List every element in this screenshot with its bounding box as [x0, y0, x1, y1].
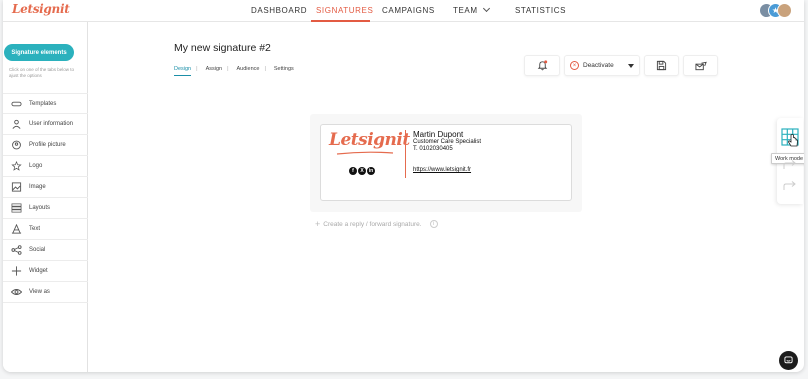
signature-name: Martin Dupont: [413, 130, 464, 139]
nav-team[interactable]: TEAM: [453, 4, 490, 15]
save-icon: [656, 60, 667, 71]
tab-settings[interactable]: Settings: [274, 66, 294, 72]
chat-button[interactable]: [779, 351, 798, 370]
signature-tabs: Design | Assign | Audience | Settings: [174, 66, 302, 76]
deactivate-dropdown[interactable]: × Deactivate: [564, 55, 640, 76]
nav-team-label: TEAM: [453, 6, 478, 15]
signature-role: Customer Care Specialist: [413, 139, 482, 145]
tab-separator: |: [227, 66, 229, 72]
signature-phone: T. 0102030405: [413, 146, 453, 152]
sidebar-item-profile-picture[interactable]: Profile picture: [3, 135, 88, 156]
user-avatars[interactable]: ★: [759, 3, 795, 19]
chat-icon: [784, 356, 793, 364]
profile-picture-icon: [11, 140, 22, 150]
sidebar-help-text: Click on one of the tabs below to ajust …: [9, 67, 75, 78]
plus-icon: [11, 266, 22, 276]
create-reply-label: Create a reply / forward signature.: [323, 220, 422, 228]
nav-statistics[interactable]: STATISTICS: [515, 6, 566, 15]
caret-down-icon: [628, 64, 634, 68]
sidebar-item-label: Image: [29, 184, 46, 190]
sidebar-item-label: Text: [29, 226, 41, 232]
sidebar-item-image[interactable]: Image: [3, 177, 88, 198]
templates-icon: [11, 99, 22, 109]
tab-separator: |: [196, 66, 198, 72]
tab-audience[interactable]: Audience: [237, 66, 260, 72]
top-navigation: Letsignit DASHBOARD SIGNATURES CAMPAIGNS…: [3, 0, 804, 22]
sidebar-item-label: User information: [29, 121, 74, 127]
tab-separator: |: [264, 66, 266, 72]
sidebar-item-logo[interactable]: Logo: [3, 156, 88, 177]
sidebar-item-layouts[interactable]: Layouts: [3, 198, 88, 219]
share-icon: [11, 245, 22, 255]
sidebar-item-social[interactable]: Social: [3, 240, 88, 261]
close-circle-icon: ×: [570, 61, 579, 70]
sidebar-item-label: Logo: [29, 163, 43, 169]
linkedin-icon[interactable]: in: [367, 167, 375, 175]
sidebar-item-label: Profile picture: [29, 142, 66, 148]
signature-website-link[interactable]: https://www.letsignit.fr: [413, 167, 471, 173]
sidebar-item-templates[interactable]: Templates: [3, 93, 88, 114]
signature-logo: Letsignit: [329, 130, 410, 150]
send-mail-icon: [694, 61, 707, 70]
plus-icon: +: [315, 219, 321, 229]
tab-design[interactable]: Design: [174, 66, 192, 76]
sidebar-item-text[interactable]: Text: [3, 219, 88, 240]
forward-icon[interactable]: [783, 181, 797, 191]
sidebar-item-label: Social: [29, 247, 46, 253]
social-icons: f X in: [349, 167, 376, 175]
sidebar-item-label: View as: [29, 289, 50, 295]
nav-campaigns[interactable]: CAMPAIGNS: [382, 6, 435, 15]
text-icon: [11, 224, 22, 234]
sidebar-item-label: Templates: [29, 100, 57, 107]
nav-active-indicator: [311, 20, 370, 22]
app-logo[interactable]: Letsignit: [12, 2, 70, 16]
star-icon: [11, 161, 22, 171]
notifications-button[interactable]: [524, 55, 560, 76]
sidebar: Signature elements Click on one of the t…: [3, 22, 88, 372]
x-icon[interactable]: X: [358, 167, 366, 175]
page-title: My new signature #2: [174, 42, 271, 54]
eye-icon: [11, 287, 22, 297]
signature-elements-button[interactable]: Signature elements: [4, 44, 74, 61]
nav-dashboard[interactable]: DASHBOARD: [251, 6, 307, 15]
send-test-button[interactable]: [683, 55, 718, 76]
sidebar-item-widget[interactable]: Widget: [3, 261, 88, 282]
app-window: Letsignit DASHBOARD SIGNATURES CAMPAIGNS…: [3, 0, 804, 372]
redo-icon[interactable]: [783, 160, 797, 170]
user-icon: [11, 119, 22, 129]
save-button[interactable]: [644, 55, 679, 76]
sidebar-item-view-as[interactable]: View as: [3, 282, 88, 303]
bell-icon: [537, 60, 547, 71]
tab-assign[interactable]: Assign: [206, 66, 223, 72]
signature-divider: [405, 130, 406, 178]
info-icon[interactable]: i: [429, 220, 438, 228]
chevron-down-icon: [482, 4, 490, 13]
sidebar-item-user-information[interactable]: User information: [3, 114, 88, 135]
logo-swoosh: [336, 151, 394, 155]
sidebar-item-label: Widget: [29, 268, 48, 274]
deactivate-label: Deactivate: [583, 62, 614, 69]
sidebar-item-label: Layouts: [29, 205, 51, 211]
avatar: [777, 3, 792, 18]
pointer-cursor-icon: [788, 134, 798, 147]
nav-signatures[interactable]: SIGNATURES: [316, 6, 373, 15]
image-icon: [11, 182, 22, 192]
sidebar-list: Templates User information Profile pictu…: [3, 93, 88, 303]
create-reply-signature[interactable]: + Create a reply / forward signature. i: [315, 219, 438, 229]
layouts-icon: [11, 203, 22, 213]
facebook-icon[interactable]: f: [349, 167, 357, 175]
